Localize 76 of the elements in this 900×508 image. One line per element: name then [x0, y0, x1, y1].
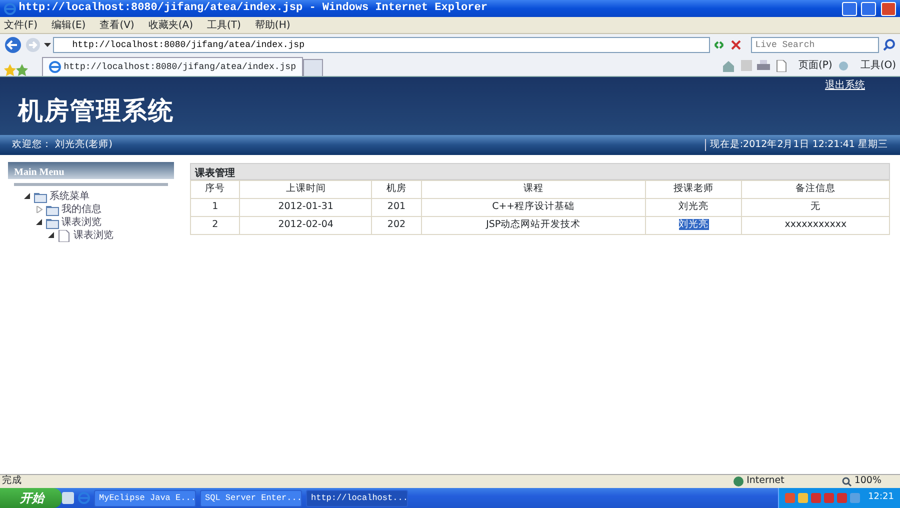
- tray-icon[interactable]: [850, 493, 860, 503]
- expanded-triangle-icon[interactable]: [48, 232, 55, 239]
- status-text: 完成: [2, 474, 23, 488]
- page-icon: [58, 230, 71, 242]
- toolbar-menu[interactable]: 工具(O): [860, 58, 896, 74]
- close-button[interactable]: [881, 2, 896, 16]
- new-tab-button[interactable]: [303, 59, 323, 76]
- minimize-button[interactable]: [842, 2, 856, 16]
- stop-icon[interactable]: [729, 38, 743, 52]
- system-title: 机房管理系统: [18, 95, 174, 127]
- home-icon[interactable]: [722, 60, 736, 72]
- column-header: 上课时间: [240, 180, 372, 198]
- taskbar-button[interactable]: MyEclipse Java E...: [94, 490, 196, 506]
- zone-text: Internet: [746, 474, 786, 488]
- column-header: 课程: [421, 180, 646, 198]
- add-favorite-icon[interactable]: [16, 64, 28, 76]
- menu-item[interactable]: 查看(V): [100, 18, 134, 32]
- column-header: 授课老师: [646, 180, 742, 198]
- caret-icon[interactable]: [44, 42, 50, 48]
- search-field[interactable]: Live Search: [751, 37, 880, 53]
- collapsed-triangle-icon[interactable]: [36, 206, 43, 213]
- table-cell: 1: [212, 201, 218, 212]
- panel-title: 课表管理: [190, 163, 890, 180]
- date-time-text: 现在是:2012年2月1日 12:21:41 星期三: [704, 139, 888, 151]
- table-cell: 刘光亮: [678, 201, 709, 212]
- star-icon[interactable]: [4, 64, 16, 76]
- tree-item[interactable]: 课表浏览: [62, 216, 102, 229]
- browser-tab[interactable]: http://localhost:8080/jifang/atea/index.jsp: [42, 57, 303, 76]
- tree-item[interactable]: 课表浏览: [74, 229, 114, 242]
- restore-button[interactable]: [861, 2, 876, 16]
- column-header: 机房: [372, 180, 422, 198]
- column-header: 序号: [190, 180, 240, 198]
- table-cell: 202: [387, 219, 406, 230]
- table-cell: xxxxxxxxxxx: [784, 219, 847, 230]
- column-header: 备注信息: [742, 180, 890, 198]
- address-field[interactable]: http://localhost:8080/jifang/atea/index.jsp: [53, 37, 710, 53]
- folder-icon: [46, 204, 59, 216]
- table-cell: JSP动态网站开发技术: [486, 219, 581, 230]
- tree-item[interactable]: 我的信息: [62, 203, 102, 216]
- tray-icon[interactable]: [810, 493, 821, 503]
- table-cell: 刘光亮: [678, 219, 709, 230]
- tray-icon[interactable]: [784, 493, 795, 503]
- menu-item[interactable]: 工具(T): [207, 18, 241, 32]
- tray-icon[interactable]: [798, 493, 808, 503]
- clock-text: 12:21: [868, 491, 894, 504]
- table-cell: 201: [387, 201, 406, 212]
- search-icon[interactable]: [882, 38, 896, 52]
- printer-icon[interactable]: [757, 60, 770, 72]
- page-icon: [776, 60, 787, 72]
- expanded-triangle-icon[interactable]: [24, 193, 31, 200]
- tray-icon[interactable]: [824, 493, 834, 503]
- zoom-level[interactable]: 100%: [854, 474, 882, 489]
- table-cell: 2012-02-04: [278, 219, 334, 230]
- welcome-text: 欢迎您： 刘光亮(老师): [12, 138, 112, 152]
- menu-item[interactable]: 文件(F): [4, 18, 38, 32]
- tray-icon[interactable]: [836, 493, 847, 503]
- globe-icon: [732, 476, 744, 487]
- taskbar-button[interactable]: SQL Server Enter...: [200, 490, 302, 506]
- folder-icon: [46, 216, 59, 228]
- table-cell: C++程序设计基础: [492, 201, 575, 212]
- toolbar-menu[interactable]: 页面(P): [798, 58, 832, 74]
- sidebar-title: Main Menu: [8, 162, 174, 179]
- back-icon[interactable]: [4, 36, 22, 54]
- tree-item[interactable]: 系统菜单: [50, 190, 90, 203]
- folder-icon: [34, 190, 47, 202]
- taskbar-button[interactable]: http://localhost...: [306, 490, 408, 506]
- logout-link[interactable]: 退出系统: [825, 78, 865, 93]
- table-cell: 无: [810, 201, 821, 212]
- menu-item[interactable]: 帮助(H): [254, 18, 290, 32]
- window-title: http://localhost:8080/jifang/atea/index.jsp - Windows Internet Explorer: [18, 0, 488, 16]
- menu-item[interactable]: 编辑(E): [52, 18, 86, 32]
- expanded-triangle-icon[interactable]: [36, 219, 43, 226]
- zoom-icon: [842, 476, 852, 486]
- table-cell: 2: [212, 219, 218, 230]
- menu-item[interactable]: 收藏夹(A): [148, 18, 193, 32]
- table-cell: 2012-01-31: [278, 201, 334, 212]
